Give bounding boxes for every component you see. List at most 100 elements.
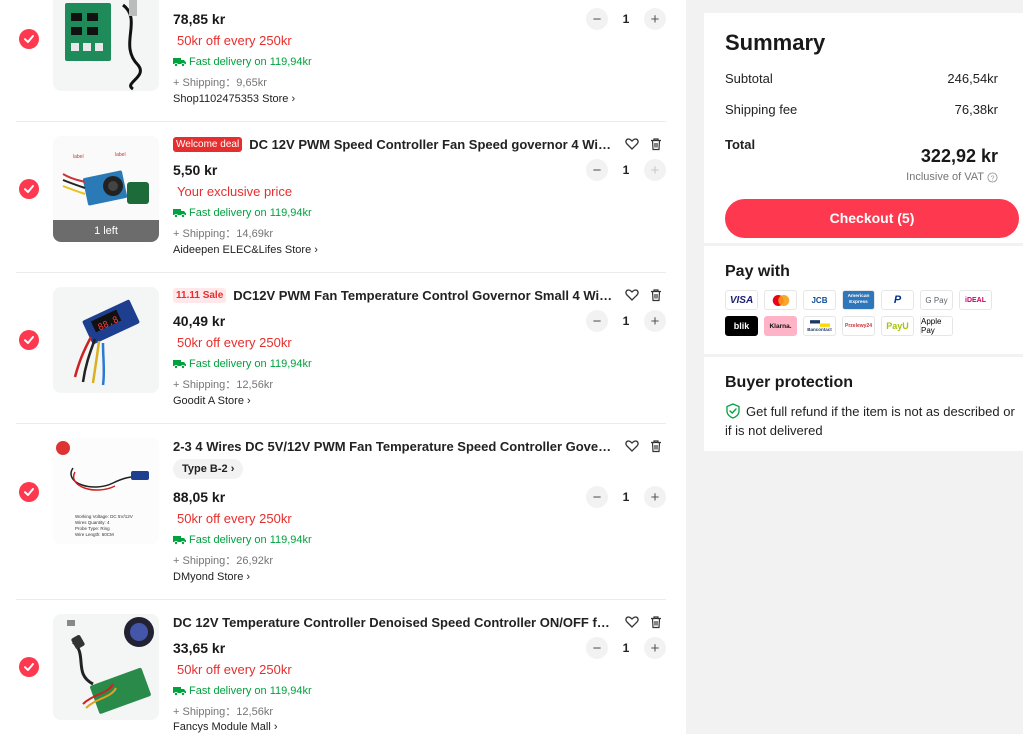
cart-item: 88.8 11.11 Sale DC12V PWM Fan Temperatur… bbox=[0, 273, 686, 423]
product-image[interactable]: Working Voltage: DC 5V/12V Wires Quantit… bbox=[53, 438, 159, 544]
trash-icon[interactable] bbox=[649, 439, 663, 453]
trash-icon[interactable] bbox=[649, 615, 663, 629]
fast-delivery: Fast delivery on 119,94kr bbox=[173, 534, 312, 546]
item-title[interactable]: 2-3 4 Wires DC 5V/12V PWM Fan Temperatur… bbox=[173, 439, 613, 454]
quantity-value[interactable]: 1 bbox=[608, 314, 644, 328]
item-promo: 50kr off every 250kr bbox=[177, 33, 292, 48]
store-name: Aideepen ELEC&Lifes Store bbox=[173, 244, 312, 256]
truck-icon bbox=[173, 209, 186, 218]
item-title[interactable]: DC 12V Temperature Controller Denoised S… bbox=[173, 615, 613, 630]
subtotal-label: Subtotal bbox=[725, 71, 773, 86]
cart-item: Working Voltage: DC 5V/12V Wires Quantit… bbox=[0, 424, 686, 599]
fast-delivery: Fast delivery on 119,94kr bbox=[173, 56, 312, 68]
store-link[interactable]: Fancys Module Mall › bbox=[173, 721, 278, 733]
chevron-right-icon: › bbox=[246, 571, 251, 583]
google-pay-icon: G Pay bbox=[920, 290, 953, 310]
cart-item: label label 1 left Welcome deal DC 12V PW… bbox=[0, 122, 686, 272]
store-link[interactable]: Goodit A Store › bbox=[173, 395, 251, 407]
item-shipping: + Shipping：12,56kr bbox=[173, 706, 273, 718]
item-shipping: + Shipping：26,92kr bbox=[173, 555, 273, 567]
increase-button[interactable]: + bbox=[644, 486, 666, 508]
decrease-button[interactable]: − bbox=[586, 159, 608, 181]
increase-button[interactable]: + bbox=[644, 8, 666, 30]
chevron-right-icon: › bbox=[230, 463, 235, 475]
heart-icon[interactable] bbox=[625, 137, 639, 151]
decrease-button[interactable]: − bbox=[586, 310, 608, 332]
item-promo: 50kr off every 250kr bbox=[177, 335, 292, 350]
item-price: 78,85 kr bbox=[173, 11, 226, 27]
total-value: 322,92 kr bbox=[920, 146, 998, 166]
increase-button[interactable]: + bbox=[644, 159, 666, 181]
cart-item: 78,85 kr 50kr off every 250kr Fast deliv… bbox=[0, 0, 686, 121]
item-title[interactable]: DC12V PWM Fan Temperature Control Govern… bbox=[233, 288, 613, 303]
decrease-button[interactable]: − bbox=[586, 486, 608, 508]
summary-panel: Summary Subtotal 246,54kr Shipping fee 7… bbox=[704, 13, 1023, 243]
item-title-row: 2-3 4 Wires DC 5V/12V PWM Fan Temperatur… bbox=[173, 437, 663, 455]
help-icon[interactable]: ? bbox=[987, 171, 998, 183]
trash-icon[interactable] bbox=[649, 288, 663, 302]
total-label: Total bbox=[725, 137, 756, 152]
variant-selector[interactable]: Type B-2 › bbox=[173, 459, 244, 479]
increase-button[interactable]: + bbox=[644, 310, 666, 332]
truck-icon bbox=[173, 360, 186, 369]
item-checkbox[interactable] bbox=[19, 330, 39, 350]
item-title[interactable]: DC 12V PWM Speed Controller Fan Speed go… bbox=[249, 137, 613, 152]
store-name: Shop1102475353 Store bbox=[173, 93, 289, 105]
increase-button[interactable]: + bbox=[644, 637, 666, 659]
quantity-stepper: − 1 + bbox=[586, 486, 666, 508]
product-image[interactable]: label label 1 left bbox=[53, 136, 159, 242]
heart-icon[interactable] bbox=[625, 288, 639, 302]
check-icon bbox=[24, 35, 34, 43]
product-image[interactable] bbox=[53, 0, 159, 91]
item-checkbox[interactable] bbox=[19, 29, 39, 49]
product-image[interactable]: 88.8 bbox=[53, 287, 159, 393]
item-checkbox[interactable] bbox=[19, 482, 39, 502]
heart-icon[interactable] bbox=[625, 439, 639, 453]
item-price: 33,65 kr bbox=[173, 640, 226, 656]
quantity-value[interactable]: 1 bbox=[608, 490, 644, 504]
store-link[interactable]: Aideepen ELEC&Lifes Store › bbox=[173, 244, 318, 256]
payu-icon: PayU bbox=[881, 316, 914, 336]
apple-pay-icon: Apple Pay bbox=[920, 316, 953, 336]
product-image[interactable] bbox=[53, 614, 159, 720]
quantity-value[interactable]: 1 bbox=[608, 12, 644, 26]
item-title-row: Welcome deal DC 12V PWM Speed Controller… bbox=[173, 135, 663, 153]
checkout-button[interactable]: Checkout (5) bbox=[725, 199, 1019, 238]
store-link[interactable]: Shop1102475353 Store › bbox=[173, 93, 295, 105]
subtotal-row: Subtotal 246,54kr bbox=[725, 71, 998, 86]
welcome-deal-badge: Welcome deal bbox=[173, 136, 243, 152]
quantity-stepper: − 1 + bbox=[586, 637, 666, 659]
pay-with-title: Pay with bbox=[725, 263, 790, 280]
delivery-text: Fast delivery on 119,94kr bbox=[189, 207, 312, 219]
fast-delivery: Fast delivery on 119,94kr bbox=[173, 207, 312, 219]
buyer-protection-title: Buyer protection bbox=[725, 374, 854, 391]
fast-delivery: Fast delivery on 119,94kr bbox=[173, 358, 312, 370]
svg-text:Wire Length: 60CM: Wire Length: 60CM bbox=[75, 532, 114, 537]
quantity-value[interactable]: 1 bbox=[608, 641, 644, 655]
delivery-text: Fast delivery on 119,94kr bbox=[189, 358, 312, 370]
payment-methods: VISA JCB American Express P G Pay iDEAL … bbox=[725, 290, 995, 336]
buyer-protection-text: Get full refund if the item is not as de… bbox=[725, 403, 1015, 438]
trash-icon[interactable] bbox=[649, 137, 663, 151]
quantity-stepper: − 1 + bbox=[586, 159, 666, 181]
svg-text:label: label bbox=[115, 152, 126, 158]
check-icon bbox=[24, 663, 34, 671]
shipping-fee-value: 76,38kr bbox=[954, 102, 998, 117]
heart-icon[interactable] bbox=[625, 615, 639, 629]
subtotal-value: 246,54kr bbox=[947, 71, 998, 86]
paypal-icon: P bbox=[881, 290, 914, 310]
sale-badge: 11.11 Sale bbox=[173, 287, 227, 303]
quantity-value[interactable]: 1 bbox=[608, 163, 644, 177]
decrease-button[interactable]: − bbox=[586, 8, 608, 30]
truck-icon bbox=[173, 536, 186, 545]
truck-icon bbox=[173, 58, 186, 67]
check-icon bbox=[24, 185, 34, 193]
svg-text:Working Voltage: DC 5V/12V: Working Voltage: DC 5V/12V bbox=[75, 514, 133, 519]
klarna-icon: Klarna. bbox=[764, 316, 797, 336]
vat-note: Inclusive of VAT ? bbox=[906, 171, 998, 183]
store-link[interactable]: DMyond Store › bbox=[173, 571, 250, 583]
item-price: 40,49 kr bbox=[173, 313, 226, 329]
item-checkbox[interactable] bbox=[19, 657, 39, 677]
item-checkbox[interactable] bbox=[19, 179, 39, 199]
decrease-button[interactable]: − bbox=[586, 637, 608, 659]
